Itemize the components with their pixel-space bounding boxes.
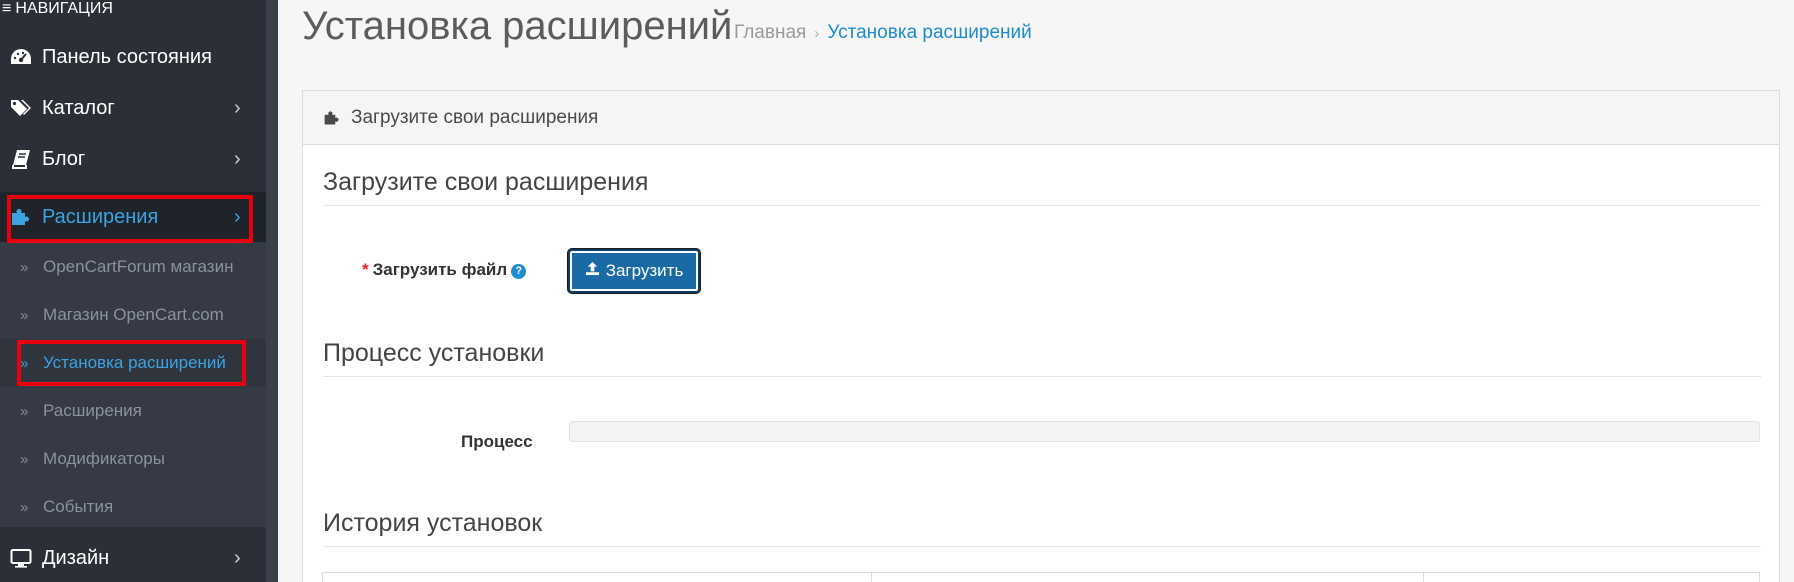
chevron-right-icon: › (234, 96, 241, 119)
double-chevron-icon: » (20, 402, 29, 420)
submenu-item-extensions[interactable]: » Расширения (0, 387, 266, 435)
submenu-item-label: OpenCartForum магазин (43, 257, 234, 276)
process-section-legend: Процесс установки (323, 339, 1761, 377)
history-section-legend: История установок (323, 509, 1761, 547)
history-table-header (322, 572, 1760, 582)
submenu-item-modifications[interactable]: » Модификаторы (0, 435, 266, 483)
tags-icon (0, 98, 42, 118)
navigation-heading[interactable]: ≡ НАВИГАЦИЯ (0, 0, 266, 22)
double-chevron-icon: » (20, 258, 29, 276)
puzzle-icon (0, 207, 42, 227)
upload-button[interactable]: Загрузить (568, 249, 700, 293)
panel-heading: Загрузите свои расширения (303, 91, 1779, 145)
sidebar-item-dashboard[interactable]: Панель состояния (0, 32, 266, 82)
submenu-item-label: Установка расширений (43, 353, 226, 372)
navigation-heading-label: НАВИГАЦИЯ (15, 0, 113, 17)
monitor-icon (0, 548, 42, 568)
sidebar-item-label: Дизайн (42, 546, 110, 569)
table-column-divider (1423, 573, 1424, 582)
upload-file-label: * Загрузить файл? (362, 260, 527, 280)
sidebar-item-label: Панель состояния (42, 45, 212, 68)
submenu-item-label: Модификаторы (43, 449, 165, 468)
submenu-item-label: Расширения (43, 401, 142, 420)
upload-panel: Загрузите свои расширения Загрузите свои… (302, 90, 1780, 582)
sidebar: ≡ НАВИГАЦИЯ Панель состояния Каталог › Бл… (0, 0, 266, 582)
upload-button-label: Загрузить (605, 261, 684, 280)
submenu-item-installer[interactable]: » Установка расширений (0, 339, 266, 387)
double-chevron-icon: » (20, 498, 29, 516)
double-chevron-icon: » (20, 450, 29, 468)
table-column-divider (871, 573, 872, 582)
progress-bar (569, 421, 1760, 442)
required-marker: * (362, 260, 369, 279)
breadcrumb-separator: › (814, 25, 820, 42)
upload-section-legend: Загрузите свои расширения (323, 168, 1761, 206)
sidebar-item-extensions[interactable]: Расширения › (0, 192, 266, 242)
progress-label: Процесс (461, 432, 533, 451)
submenu-item-label: Магазин OpenCart.com (43, 305, 224, 324)
sidebar-item-label: Блог (42, 147, 86, 170)
panel-heading-label: Загрузите свои расширения (351, 106, 599, 128)
chevron-right-icon: › (234, 546, 241, 569)
breadcrumb-home-link[interactable]: Главная (734, 22, 806, 44)
dashboard-icon (0, 48, 42, 66)
breadcrumb-current-link[interactable]: Установка расширений (827, 22, 1031, 44)
chevron-right-icon: › (234, 147, 241, 170)
breadcrumb: Главная › Установка расширений (734, 22, 1032, 44)
puzzle-icon (323, 109, 341, 127)
menu-bars-icon: ≡ (2, 0, 12, 17)
sidebar-item-blog[interactable]: Блог › (0, 134, 266, 184)
submenu-item-events[interactable]: » События (0, 483, 266, 531)
upload-icon (585, 261, 600, 281)
submenu-item-opencart-store[interactable]: » Магазин OpenCart.com (0, 291, 266, 339)
sidebar-item-label: Каталог (42, 96, 115, 119)
sidebar-item-label: Расширения (42, 205, 159, 228)
sidebar-scroll-edge (266, 0, 278, 582)
book-icon (0, 149, 42, 169)
page-title: Установка расширений (302, 4, 733, 48)
submenu-item-opencartforum[interactable]: » OpenCartForum магазин (0, 243, 266, 291)
submenu-item-label: События (43, 497, 114, 516)
sidebar-item-catalog[interactable]: Каталог › (0, 83, 266, 133)
double-chevron-icon: » (20, 354, 29, 372)
help-icon[interactable]: ? (511, 264, 527, 279)
chevron-right-icon: › (234, 205, 241, 228)
double-chevron-icon: » (20, 306, 29, 324)
upload-file-label-text: Загрузить файл (372, 260, 508, 279)
sidebar-item-design[interactable]: Дизайн › (0, 533, 266, 582)
